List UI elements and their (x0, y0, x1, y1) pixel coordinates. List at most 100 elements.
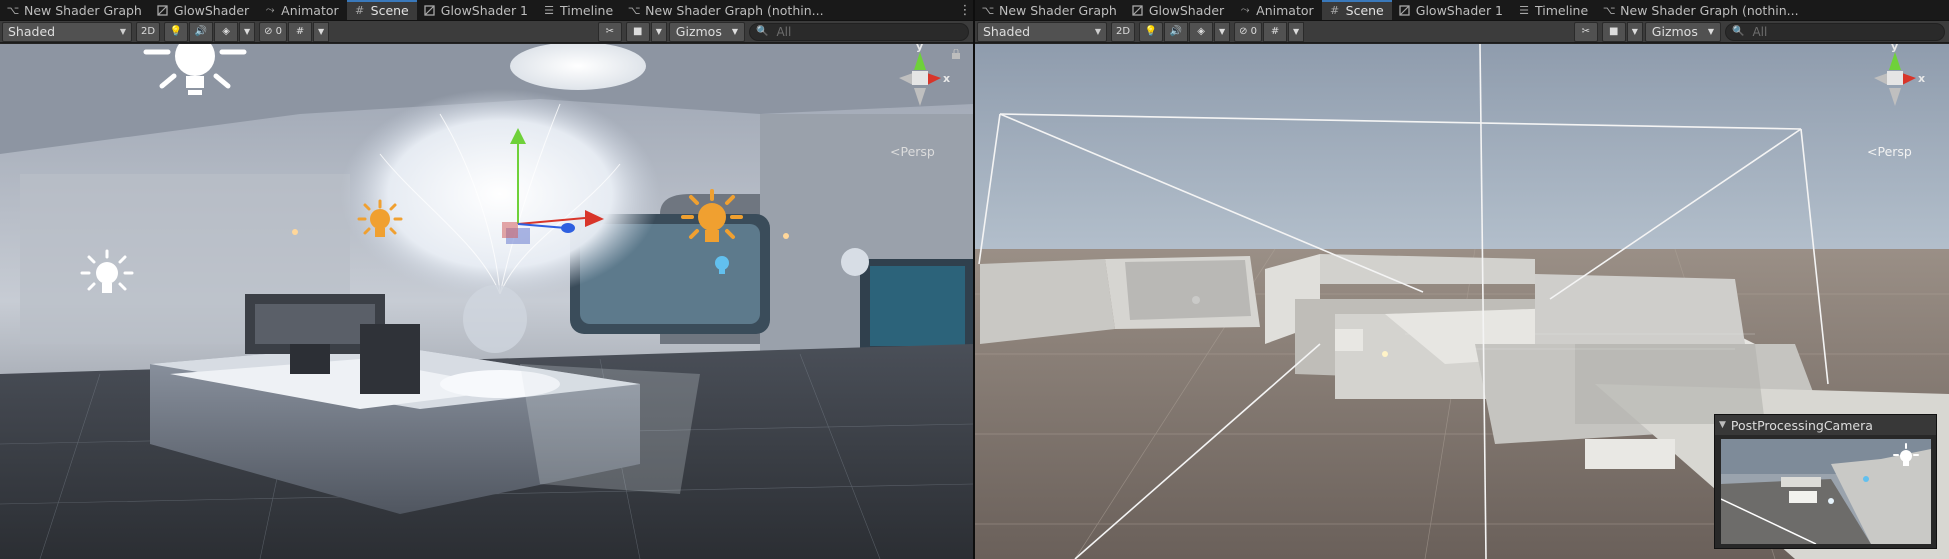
effects-toggle-button[interactable]: ◈ (214, 21, 239, 42)
timeline-icon: ☰ (544, 3, 554, 17)
tools-button[interactable]: ✂ (1573, 21, 1598, 42)
scene-view-left[interactable]: ⌥ New Shader Graph GlowShader ⤳ Animator #… (0, 0, 973, 559)
chevron-down-icon: ▼ (1218, 27, 1226, 36)
camera-preview-window[interactable]: ▼ PostProcessingCamera (1714, 414, 1937, 549)
shader-graph-icon: ⌥ (6, 3, 20, 17)
grid-icon: # (295, 26, 305, 37)
chevron-down-icon: ▼ (1631, 27, 1638, 36)
tools-icon: ✂ (1581, 26, 1590, 37)
tab-new-shader-graph-nothing[interactable]: ⌥ New Shader Graph (nothin... (621, 0, 831, 20)
collapse-triangle-icon[interactable]: ▼ (1719, 420, 1726, 430)
tab-glowshader[interactable]: GlowShader (150, 0, 257, 20)
chevron-down-icon: ▼ (119, 27, 126, 36)
tab-scene[interactable]: # Scene (1321, 0, 1392, 20)
scene-hash-icon: # (1330, 3, 1340, 17)
tab-animator[interactable]: ⤳ Animator (1232, 0, 1321, 20)
camera-dropdown[interactable]: ▼ (1626, 21, 1643, 42)
shader-icon (424, 4, 436, 16)
shading-mode-dropdown[interactable]: Shaded ▼ (977, 21, 1107, 42)
camera-icon: ■ (633, 26, 643, 37)
lighting-toggle-button[interactable]: 💡 (1139, 21, 1164, 42)
projection-label[interactable]: <Persp (1867, 144, 1912, 159)
speaker-icon: 🔊 (1169, 26, 1183, 37)
speaker-icon: 🔊 (194, 26, 208, 37)
editor-tab-bar: ⌥ New Shader Graph GlowShader ⤳ Animator #… (0, 0, 973, 21)
scene-orientation-gizmo[interactable]: y x (1860, 44, 1930, 119)
point-light-icon[interactable] (78, 249, 136, 303)
tab-glowshader-1[interactable]: GlowShader 1 (417, 0, 536, 20)
lighting-toggle-button[interactable]: 💡 (164, 21, 189, 42)
tab-glowshader[interactable]: GlowShader (1125, 0, 1232, 20)
chevron-down-icon: ▼ (1707, 27, 1714, 36)
layers-icon: ◈ (222, 26, 230, 37)
camera-dropdown[interactable]: ▼ (650, 21, 667, 42)
orange-light-icon[interactable] (356, 199, 404, 245)
scene-orientation-gizmo[interactable]: y x (885, 44, 955, 119)
camera-icon: ■ (1609, 26, 1619, 37)
shader-graph-icon: ⌥ (981, 3, 995, 17)
kebab-menu-icon[interactable]: ⋮ (957, 0, 973, 20)
camera-preview-render (1721, 439, 1931, 544)
projection-label[interactable]: <Persp (890, 144, 935, 159)
search-icon: 🔍 (756, 26, 769, 37)
tab-timeline[interactable]: ☰ Timeline (536, 0, 621, 20)
tab-scene[interactable]: # Scene (346, 0, 417, 20)
directional-light-icon[interactable] (140, 44, 250, 100)
camera-settings-button[interactable]: ■ (625, 21, 650, 42)
camera-preview-header[interactable]: ▼ PostProcessingCamera (1715, 415, 1936, 435)
effects-dropdown[interactable]: ▼ (1214, 21, 1231, 42)
gizmos-dropdown[interactable]: Gizmos ▼ (1644, 21, 1721, 42)
animator-icon: ⤳ (1240, 3, 1250, 16)
scene-hash-icon: # (355, 3, 365, 17)
scene-viewport[interactable]: y x <Persp ▼ PostProcessingCamera (975, 44, 1949, 559)
scene-search-input[interactable]: 🔍 All (1725, 22, 1945, 41)
lightbulb-icon: 💡 (169, 26, 183, 37)
search-icon: 🔍 (1732, 26, 1745, 37)
audio-toggle-button[interactable]: 🔊 (1164, 21, 1189, 42)
gizmos-dropdown[interactable]: Gizmos ▼ (668, 21, 745, 42)
editor-tab-bar: ⌥ New Shader Graph GlowShader ⤳ Animator #… (975, 0, 1949, 21)
chevron-down-icon: ▼ (1094, 27, 1101, 36)
shader-graph-icon: ⌥ (1602, 3, 1616, 17)
chevron-down-icon: ▼ (1292, 27, 1300, 36)
shading-mode-dropdown[interactable]: Shaded ▼ (2, 21, 132, 42)
effects-dropdown[interactable]: ▼ (239, 21, 256, 42)
grid-dropdown[interactable]: ▼ (313, 21, 330, 42)
tab-timeline[interactable]: ☰ Timeline (1511, 0, 1596, 20)
orange-light-icon[interactable] (680, 189, 744, 251)
chevron-down-icon: ▼ (655, 27, 662, 36)
tab-new-shader-graph[interactable]: ⌥ New Shader Graph (975, 0, 1125, 20)
grid-icon: # (1270, 26, 1280, 37)
camera-settings-button[interactable]: ■ (1601, 21, 1626, 42)
grid-dropdown[interactable]: ▼ (1288, 21, 1305, 42)
animator-icon: ⤳ (265, 3, 275, 16)
tab-new-shader-graph[interactable]: ⌥ New Shader Graph (0, 0, 150, 20)
grid-toggle-button[interactable]: # (288, 21, 313, 42)
scene-view-right[interactable]: ⌥ New Shader Graph GlowShader ⤳ Animator #… (975, 0, 1949, 559)
lock-icon[interactable] (952, 49, 960, 59)
scene-search-input[interactable]: 🔍 All (749, 22, 969, 41)
eye-slash-icon: ⊘ (1239, 26, 1248, 37)
tools-button[interactable]: ✂ (597, 21, 622, 42)
layers-icon: ◈ (1197, 26, 1205, 37)
tab-new-shader-graph-nothing[interactable]: ⌥ New Shader Graph (nothin... (1596, 0, 1806, 20)
toggle-2d-button[interactable]: 2D (1111, 21, 1136, 42)
toggle-2d-button[interactable]: 2D (136, 21, 161, 42)
tab-animator[interactable]: ⤳ Animator (257, 0, 346, 20)
effects-toggle-button[interactable]: ◈ (1189, 21, 1214, 42)
chevron-down-icon: ▼ (731, 27, 738, 36)
lightbulb-icon: 💡 (1144, 26, 1158, 37)
chevron-down-icon: ▼ (243, 27, 251, 36)
shader-icon (1399, 4, 1411, 16)
scene-viewport[interactable]: y x <Persp (0, 44, 973, 559)
audio-toggle-button[interactable]: 🔊 (189, 21, 214, 42)
tab-glowshader-1[interactable]: GlowShader 1 (1392, 0, 1511, 20)
chevron-down-icon: ▼ (317, 27, 325, 36)
scene-visibility-button[interactable]: ⊘ 0 (259, 21, 288, 42)
shader-graph-icon: ⌥ (627, 3, 641, 17)
reflection-probe-icon[interactable] (712, 254, 732, 276)
timeline-icon: ☰ (1519, 3, 1529, 17)
grid-toggle-button[interactable]: # (1263, 21, 1288, 42)
scene-visibility-button[interactable]: ⊘ 0 (1234, 21, 1263, 42)
scene-toolbar: Shaded ▼ 2D 💡 🔊 ◈ ▼ ⊘ 0 # ▼ ✂ ■ ▼ Gizmos ▼… (975, 21, 1949, 43)
